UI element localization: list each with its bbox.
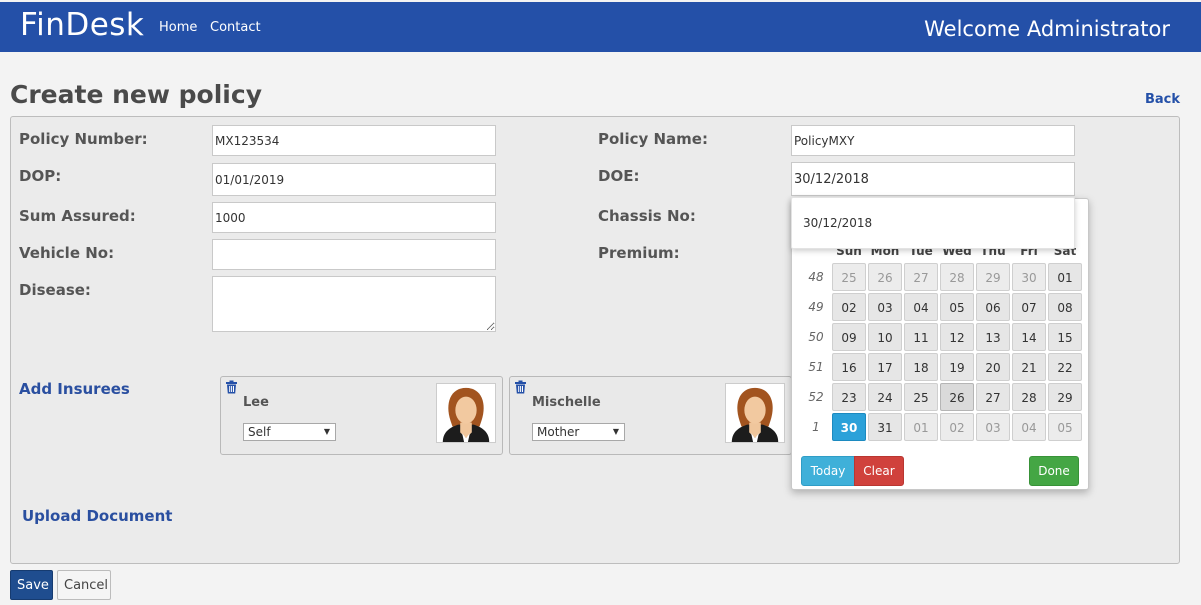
week-number: 49 <box>808 300 824 314</box>
week-number: 52 <box>808 390 824 404</box>
insuree-card: Lee Self ▼ <box>220 376 503 455</box>
today-button[interactable]: Today <box>801 456 855 486</box>
disease-textarea[interactable] <box>212 276 496 332</box>
calendar-day[interactable]: 09 <box>832 323 866 351</box>
top-navbar: FinDesk Home Contact Welcome Administrat… <box>0 2 1201 52</box>
calendar-day[interactable]: 04 <box>1012 413 1046 441</box>
calendar-day[interactable]: 07 <box>1012 293 1046 321</box>
upload-document-link[interactable]: Upload Document <box>22 507 172 525</box>
sum-assured-input[interactable] <box>212 202 496 233</box>
calendar-day[interactable]: 10 <box>868 323 902 351</box>
chassis-no-label: Chassis No: <box>598 207 696 225</box>
dop-input[interactable] <box>212 163 496 196</box>
dop-label: DOP: <box>19 167 62 185</box>
calendar-day[interactable]: 19 <box>940 353 974 381</box>
calendar-day[interactable]: 14 <box>1012 323 1046 351</box>
calendar-day[interactable]: 02 <box>832 293 866 321</box>
relation-value: Self <box>248 425 271 439</box>
vehicle-no-label: Vehicle No: <box>19 244 115 262</box>
doe-input[interactable] <box>791 162 1075 196</box>
page-title: Create new policy <box>10 80 262 109</box>
calendar-day[interactable]: 12 <box>940 323 974 351</box>
relation-select[interactable]: Mother ▼ <box>532 423 625 441</box>
calendar-day[interactable]: 20 <box>976 353 1010 381</box>
disease-label: Disease: <box>19 281 91 299</box>
calendar-day[interactable]: 24 <box>868 383 902 411</box>
sum-assured-label: Sum Assured: <box>19 207 136 225</box>
calendar-day[interactable]: 16 <box>832 353 866 381</box>
back-link[interactable]: Back <box>1145 92 1180 107</box>
calendar-day[interactable]: 28 <box>1012 383 1046 411</box>
clear-button[interactable]: Clear <box>854 456 904 486</box>
insuree-name: Lee <box>243 395 269 410</box>
calendar-day[interactable]: 25 <box>904 383 938 411</box>
doe-label: DOE: <box>598 167 640 185</box>
vehicle-no-input[interactable] <box>212 239 496 270</box>
policy-name-label: Policy Name: <box>598 130 708 148</box>
dropdown-arrow-icon: ▼ <box>612 427 619 436</box>
calendar-day[interactable]: 27 <box>904 263 938 291</box>
insuree-card: Mischelle Mother ▼ <box>509 376 792 455</box>
calendar-day[interactable]: 22 <box>1048 353 1082 381</box>
calendar-day[interactable]: 15 <box>1048 323 1082 351</box>
week-number: 1 <box>812 420 820 434</box>
calendar-day[interactable]: 02 <box>940 413 974 441</box>
datepicker-input-value: 30/12/2018 <box>803 216 873 230</box>
calendar-day[interactable]: 30 <box>1012 263 1046 291</box>
calendar-day[interactable]: 06 <box>976 293 1010 321</box>
add-insurees-link[interactable]: Add Insurees <box>19 380 130 398</box>
calendar-day[interactable]: 04 <box>904 293 938 321</box>
nav-home-link[interactable]: Home <box>159 20 197 35</box>
week-number: 50 <box>808 330 824 344</box>
calendar-day[interactable]: 03 <box>976 413 1010 441</box>
calendar-day[interactable]: 27 <box>976 383 1010 411</box>
nav-contact-link[interactable]: Contact <box>210 20 261 35</box>
policy-number-input[interactable] <box>212 125 496 156</box>
calendar-day[interactable]: 26 <box>868 263 902 291</box>
policy-name-input[interactable] <box>791 125 1075 156</box>
calendar-day[interactable]: 30 <box>832 413 866 441</box>
calendar-day[interactable]: 01 <box>904 413 938 441</box>
calendar-day[interactable]: 18 <box>904 353 938 381</box>
relation-value: Mother <box>537 425 580 439</box>
calendar-day[interactable]: 13 <box>976 323 1010 351</box>
calendar-day[interactable]: 11 <box>904 323 938 351</box>
calendar-day[interactable]: 21 <box>1012 353 1046 381</box>
trash-icon[interactable] <box>514 380 527 394</box>
policy-number-label: Policy Number: <box>19 130 148 148</box>
dropdown-arrow-icon: ▼ <box>323 427 330 436</box>
calendar-day[interactable]: 29 <box>1048 383 1082 411</box>
insuree-name: Mischelle <box>532 395 601 410</box>
week-number: 48 <box>808 270 824 284</box>
calendar-day[interactable]: 23 <box>832 383 866 411</box>
calendar-day[interactable]: 05 <box>1048 413 1082 441</box>
calendar-day[interactable]: 25 <box>832 263 866 291</box>
premium-label: Premium: <box>598 244 680 262</box>
avatar-female-icon <box>436 383 496 443</box>
avatar-female-icon <box>725 383 785 443</box>
calendar-day[interactable]: 05 <box>940 293 974 321</box>
calendar-day[interactable]: 08 <box>1048 293 1082 321</box>
calendar-day[interactable]: 31 <box>868 413 902 441</box>
brand-logo[interactable]: FinDesk <box>20 7 144 43</box>
calendar-day[interactable]: 26 <box>940 383 974 411</box>
save-button[interactable]: Save <box>10 570 53 600</box>
welcome-text: Welcome Administrator <box>924 17 1170 41</box>
trash-icon[interactable] <box>225 380 238 394</box>
cancel-button[interactable]: Cancel <box>57 570 111 600</box>
calendar-day[interactable]: 28 <box>940 263 974 291</box>
relation-select[interactable]: Self ▼ <box>243 423 336 441</box>
calendar-day[interactable]: 17 <box>868 353 902 381</box>
done-button[interactable]: Done <box>1029 456 1079 486</box>
calendar-day[interactable]: 01 <box>1048 263 1082 291</box>
week-number: 51 <box>808 360 824 374</box>
datepicker-input-popup[interactable]: 30/12/2018 <box>791 197 1075 249</box>
calendar-day[interactable]: 29 <box>976 263 1010 291</box>
calendar-day[interactable]: 03 <box>868 293 902 321</box>
